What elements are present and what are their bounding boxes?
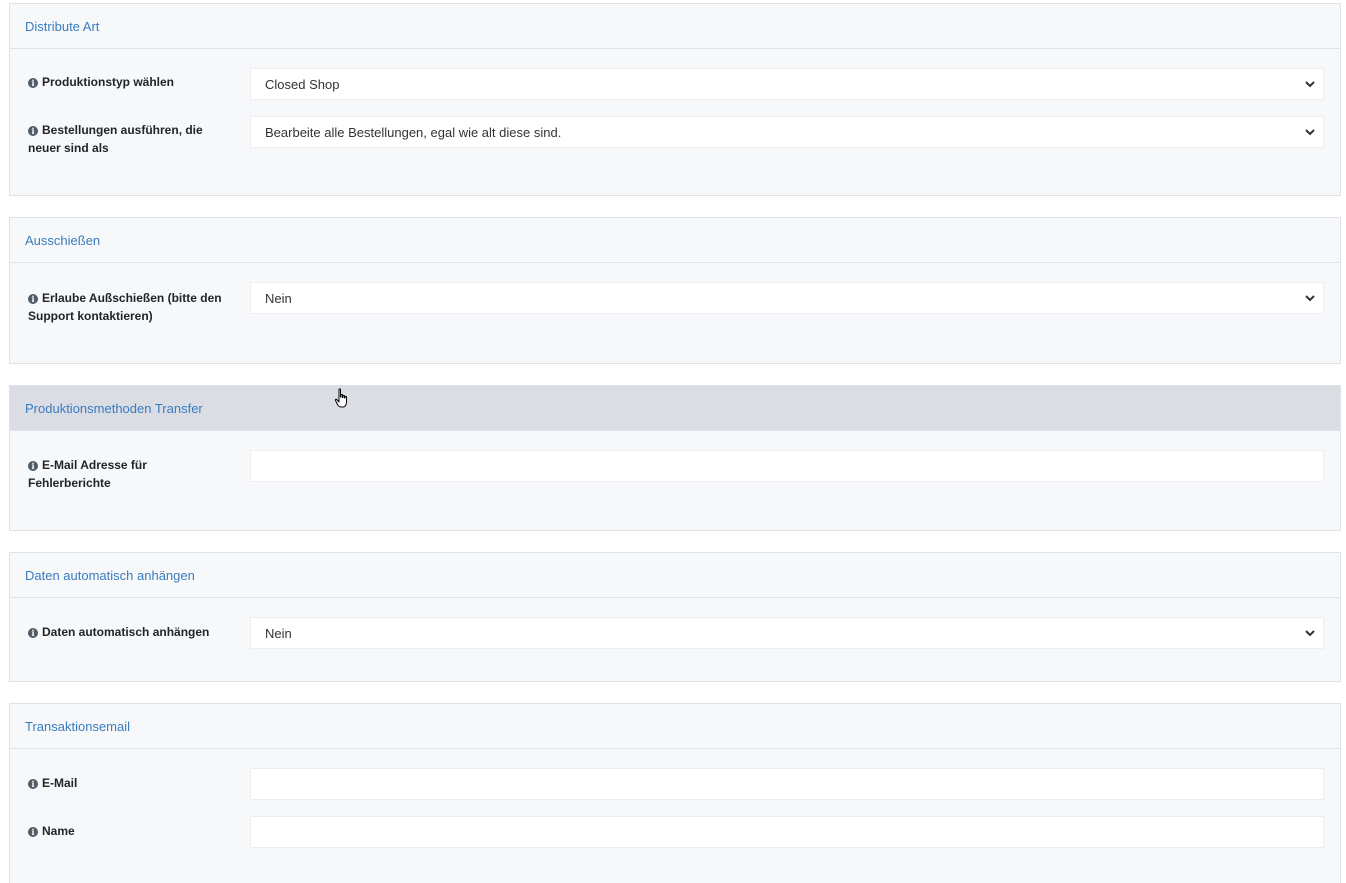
fehlerberichte-email-input[interactable] bbox=[250, 450, 1324, 482]
select-value: Bearbeite alle Bestellungen, egal wie al… bbox=[265, 124, 562, 140]
field-label: i Erlaube Außschießen (bitte den Support … bbox=[28, 291, 222, 323]
panel-title: Ausschießen bbox=[25, 232, 101, 248]
select-value: Nein bbox=[265, 625, 292, 641]
field-label: i Produktionstyp wählen bbox=[28, 73, 223, 91]
daten-anhaengen-select[interactable]: Nein bbox=[250, 617, 1324, 649]
panel-header[interactable]: Distribute Art bbox=[10, 4, 1340, 49]
field-label: i Name bbox=[28, 822, 223, 840]
chevron-down-icon bbox=[1305, 81, 1315, 88]
info-circle-icon[interactable]: i bbox=[28, 628, 38, 638]
panel-ausschiessen: Ausschießen i Erlaube Außschießen (bitte … bbox=[9, 217, 1341, 364]
panel-transaktionsemail: Transaktionsemail i E-Mail i Name bbox=[9, 703, 1341, 883]
info-circle-icon[interactable]: i bbox=[28, 78, 38, 88]
field-label: i Daten automatisch anhängen bbox=[28, 623, 223, 641]
select-value: Closed Shop bbox=[265, 76, 340, 92]
bestellungen-select[interactable]: Bearbeite alle Bestellungen, egal wie al… bbox=[250, 116, 1324, 148]
info-circle-icon[interactable]: i bbox=[28, 126, 38, 136]
panel-header[interactable]: Ausschießen bbox=[10, 218, 1340, 263]
field-label: i E-Mail bbox=[28, 774, 223, 792]
info-circle-icon[interactable]: i bbox=[28, 779, 38, 789]
panel-distribute-art: Distribute Art i Produktionstyp wählen Cl… bbox=[9, 3, 1341, 196]
panel-header[interactable]: Produktionsmethoden Transfer bbox=[10, 386, 1340, 431]
info-circle-icon[interactable]: i bbox=[28, 827, 38, 837]
panel-header[interactable]: Transaktionsemail bbox=[10, 704, 1340, 749]
panel-produktionsmethoden-transfer: Produktionsmethoden Transfer i E-Mail Adr… bbox=[9, 385, 1341, 531]
chevron-down-icon bbox=[1305, 295, 1315, 302]
select-value: Nein bbox=[265, 290, 292, 306]
panel-title: Transaktionsemail bbox=[25, 718, 131, 734]
ausschiessen-select[interactable]: Nein bbox=[250, 282, 1324, 314]
info-circle-icon[interactable]: i bbox=[28, 461, 38, 471]
panel-title: Distribute Art bbox=[25, 18, 100, 34]
panel-title: Daten automatisch anhängen bbox=[25, 567, 195, 583]
transaktion-name-input[interactable] bbox=[250, 816, 1324, 848]
info-circle-icon[interactable]: i bbox=[28, 294, 38, 304]
chevron-down-icon bbox=[1305, 630, 1315, 637]
produktionstyp-select[interactable]: Closed Shop bbox=[250, 68, 1324, 100]
panel-header[interactable]: Daten automatisch anhängen bbox=[10, 553, 1340, 598]
panel-title: Produktionsmethoden Transfer bbox=[25, 400, 203, 416]
transaktion-email-input[interactable] bbox=[250, 768, 1324, 800]
chevron-down-icon bbox=[1305, 129, 1315, 136]
hand-pointer-icon bbox=[334, 388, 347, 408]
field-label: i E-Mail Adresse für Fehlerberichte bbox=[28, 458, 147, 490]
panel-daten-anhaengen: Daten automatisch anhängen i Daten automa… bbox=[9, 552, 1341, 682]
field-label: i Bestellungen ausführen, die neuer sind … bbox=[28, 123, 203, 155]
